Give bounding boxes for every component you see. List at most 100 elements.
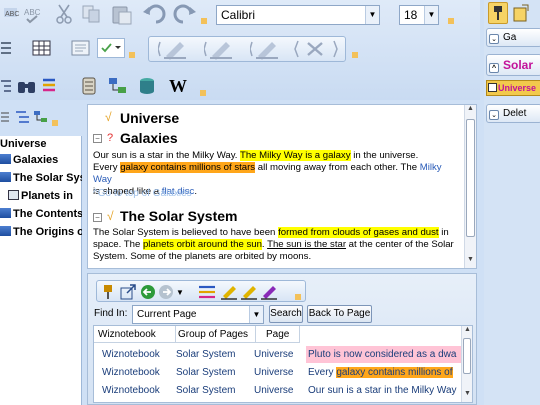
overflow-chevron-icon[interactable] [200, 90, 206, 96]
highlighter-group [148, 36, 346, 62]
overflow-chevron-icon[interactable] [448, 18, 454, 24]
highlighter-pen-icon[interactable] [247, 37, 285, 61]
column-header-group[interactable]: Group of Pages [176, 326, 256, 343]
undo-icon[interactable] [141, 2, 169, 26]
open-in-page-icon[interactable] [119, 283, 137, 301]
page-tree-icon[interactable] [108, 74, 128, 98]
note-editor[interactable]: √ Universe − ? Galaxies Our sun is a sta… [87, 104, 477, 269]
highlight-list-icon[interactable] [40, 74, 58, 98]
scrollbar-thumb[interactable] [466, 119, 475, 237]
overflow-chevron-icon[interactable] [129, 52, 135, 58]
checkmark-icon: √ [105, 110, 112, 124]
column-header-page[interactable]: Page [256, 326, 300, 343]
page-tree: Universe Galaxies The Solar Sys Planets … [0, 136, 82, 405]
back-arrow-icon[interactable] [139, 283, 157, 301]
scroll-down-icon[interactable]: ▼ [462, 390, 472, 402]
page-icon [0, 154, 11, 164]
scrollbar-thumb[interactable] [463, 338, 471, 374]
highlighter-pen-icon[interactable] [201, 37, 239, 61]
font-name-combobox[interactable]: Calibri ▼ [216, 5, 380, 25]
copy-icon[interactable] [79, 2, 105, 26]
chevron-down-icon[interactable]: ▼ [424, 6, 438, 24]
underlined-text: The sun is the star [267, 239, 347, 250]
chevron-down-icon[interactable]: ▼ [249, 306, 263, 323]
note-scrollbar[interactable]: ▲ ▼ [464, 105, 476, 268]
page-icon [0, 226, 11, 236]
search-panel: ▼ Find In: Current Page ▼ Search Back To… [87, 273, 477, 405]
svg-text:ABC: ABC [24, 8, 41, 17]
highlighter-pen-icon[interactable] [219, 283, 239, 301]
panel-item-solar[interactable]: ^ Solar [486, 54, 540, 76]
panel-item-universe[interactable]: Universe [486, 80, 540, 96]
column-header-notebook[interactable]: Wiznotebook [94, 326, 176, 343]
checkbox-list-icon[interactable] [97, 38, 125, 58]
highlight-list-icon[interactable] [197, 283, 217, 301]
clear-highlight-icon[interactable] [293, 37, 339, 61]
font-size-combobox[interactable]: 18 ▼ [399, 5, 439, 25]
tree-toolbar-icon[interactable] [0, 108, 12, 126]
notebook-icon[interactable] [80, 74, 98, 98]
redo-icon[interactable] [170, 2, 198, 26]
pin-icon[interactable] [99, 283, 117, 301]
solar-paragraph: The Solar System is believed to have bee… [93, 227, 454, 262]
text-box-icon[interactable] [68, 36, 94, 60]
heading-universe: Universe [120, 110, 180, 126]
heading-solar-system: The Solar System [120, 208, 238, 224]
dropdown-arrow-icon[interactable]: ▼ [175, 283, 185, 301]
back-to-page-button[interactable]: Back To Page [307, 305, 372, 323]
font-name-value: Calibri [221, 8, 256, 22]
collapse-icon[interactable]: − [93, 213, 102, 222]
highlighter-pen-icon[interactable] [259, 283, 279, 301]
panel-item-ga[interactable]: ⌄ Ga [486, 28, 540, 47]
collapse-icon[interactable]: − [93, 134, 102, 143]
panel-item-delete[interactable]: ⌄ Delet [486, 104, 540, 123]
tree-item-contents[interactable]: The Contents [0, 208, 82, 220]
tree-item-planets[interactable]: Planets in [8, 190, 82, 202]
toolbar: ABC ABC Calibri ▼ 18 ▼ W [0, 0, 480, 100]
chevron-down-icon: ⌄ [489, 110, 499, 120]
table-icon[interactable] [28, 36, 56, 60]
cut-icon[interactable] [52, 2, 76, 26]
forward-arrow-icon[interactable] [157, 283, 175, 301]
database-icon[interactable] [136, 74, 158, 98]
tree-item-solar-system[interactable]: The Solar Sys [0, 172, 82, 184]
outline-icon[interactable] [0, 74, 14, 98]
binoculars-icon[interactable] [16, 74, 38, 98]
highlighter-pen-icon[interactable] [155, 37, 193, 61]
notebook-icon [488, 83, 497, 92]
svg-text:ABC: ABC [5, 11, 19, 18]
overflow-chevron-icon[interactable] [352, 52, 358, 58]
tree-expand-icon[interactable] [14, 108, 32, 126]
tree-item-origins[interactable]: The Origins o [0, 226, 82, 238]
chevron-down-icon: ⌄ [489, 34, 499, 44]
overflow-chevron-icon[interactable] [295, 294, 301, 300]
wikipedia-icon[interactable]: W [166, 74, 190, 98]
tree-structure-icon[interactable] [32, 108, 50, 126]
search-toolbar: ▼ [96, 280, 306, 302]
spellcheck-abc-icon[interactable]: ABC [22, 2, 48, 26]
scroll-up-icon[interactable]: ▲ [462, 326, 472, 338]
highlight-yellow: planets orbit around the sun [142, 239, 262, 250]
checkmark-icon: √ [107, 209, 114, 223]
scroll-down-icon[interactable]: ▼ [465, 256, 476, 268]
page-icon [0, 208, 11, 218]
new-note-icon[interactable] [510, 2, 532, 24]
list-icon[interactable] [0, 36, 14, 60]
pin-icon[interactable] [488, 2, 508, 24]
overflow-chevron-icon[interactable] [52, 120, 58, 126]
results-scrollbar[interactable]: ▲ ▼ [461, 326, 472, 402]
font-size-value: 18 [404, 8, 418, 22]
go-to-top-link[interactable]: ^Go to top of Galaxies [93, 188, 192, 199]
tree-item-universe[interactable]: Universe [0, 138, 82, 150]
spellcheck-icon[interactable]: ABC [0, 2, 22, 26]
overflow-chevron-icon[interactable] [201, 18, 207, 24]
highlight-yellow: formed from clouds of gases and dust [278, 227, 439, 238]
find-in-select[interactable]: Current Page ▼ [132, 305, 264, 324]
tree-item-galaxies[interactable]: Galaxies [0, 154, 82, 166]
chevron-down-icon[interactable]: ▼ [365, 6, 379, 24]
paste-icon[interactable] [108, 2, 138, 26]
right-panel: ⌄ Ga ^ Solar Universe ⌄ Delet [484, 0, 540, 405]
scroll-up-icon[interactable]: ▲ [465, 105, 476, 117]
search-button[interactable]: Search [269, 305, 303, 323]
highlighter-pen-icon[interactable] [239, 283, 259, 301]
